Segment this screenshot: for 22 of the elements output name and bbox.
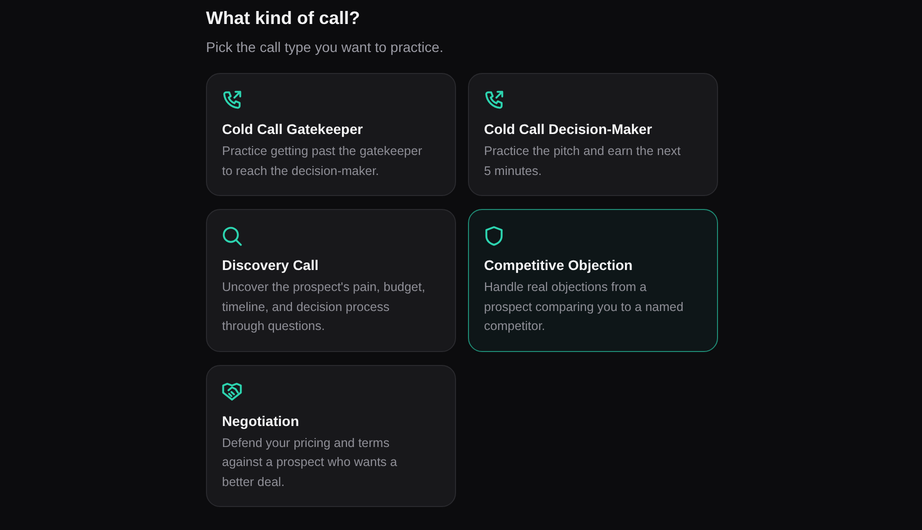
- handshake-icon: [222, 382, 242, 402]
- search-icon: [222, 226, 242, 246]
- card-description: Uncover the prospect's pain, budget, timeline, and decision process through questions.: [222, 279, 426, 335]
- card-description: Practice getting past the gatekeeper to reach the decision-maker.: [222, 143, 424, 180]
- call-type-card[interactable]: Cold Call Decision-Maker Practice the pitch and earn the next 5 minutes.: [468, 73, 718, 196]
- call-type-card[interactable]: Negotiation Defend your pricing and terms against a prospect who wants a better deal.: [206, 364, 456, 507]
- card-title: Competitive Objection: [484, 256, 633, 275]
- card-title: Negotiation: [222, 412, 299, 430]
- card-description: Handle real objections from a prospect comparing you to a named competitor.: [484, 279, 684, 335]
- call-type-card[interactable]: Discovery Call Uncover the prospect's pain, budget, timeline, and decision process through questions.: [206, 209, 456, 352]
- phone-icon: [484, 90, 504, 110]
- page-subheading: Pick the call type you want to practice.: [206, 38, 444, 56]
- card-title: Discovery Call: [222, 256, 318, 275]
- call-type-card[interactable]: Competitive Objection Handle real objections from a prospect comparing you to a named competitor.: [468, 209, 718, 352]
- card-description: Practice the pitch and earn the next 5 minutes.: [484, 143, 682, 180]
- card-title: Cold Call Decision-Maker: [484, 120, 652, 139]
- shield-icon: [484, 226, 504, 246]
- card-title: Cold Call Gatekeeper: [222, 120, 363, 139]
- call-type-card[interactable]: Cold Call Gatekeeper Practice getting past the gatekeeper to reach the decision-maker.: [206, 73, 456, 196]
- phone-icon: [222, 90, 242, 110]
- card-description: Defend your pricing and terms against a prospect who wants a better deal.: [222, 434, 398, 490]
- page-heading: What kind of call?: [206, 7, 362, 29]
